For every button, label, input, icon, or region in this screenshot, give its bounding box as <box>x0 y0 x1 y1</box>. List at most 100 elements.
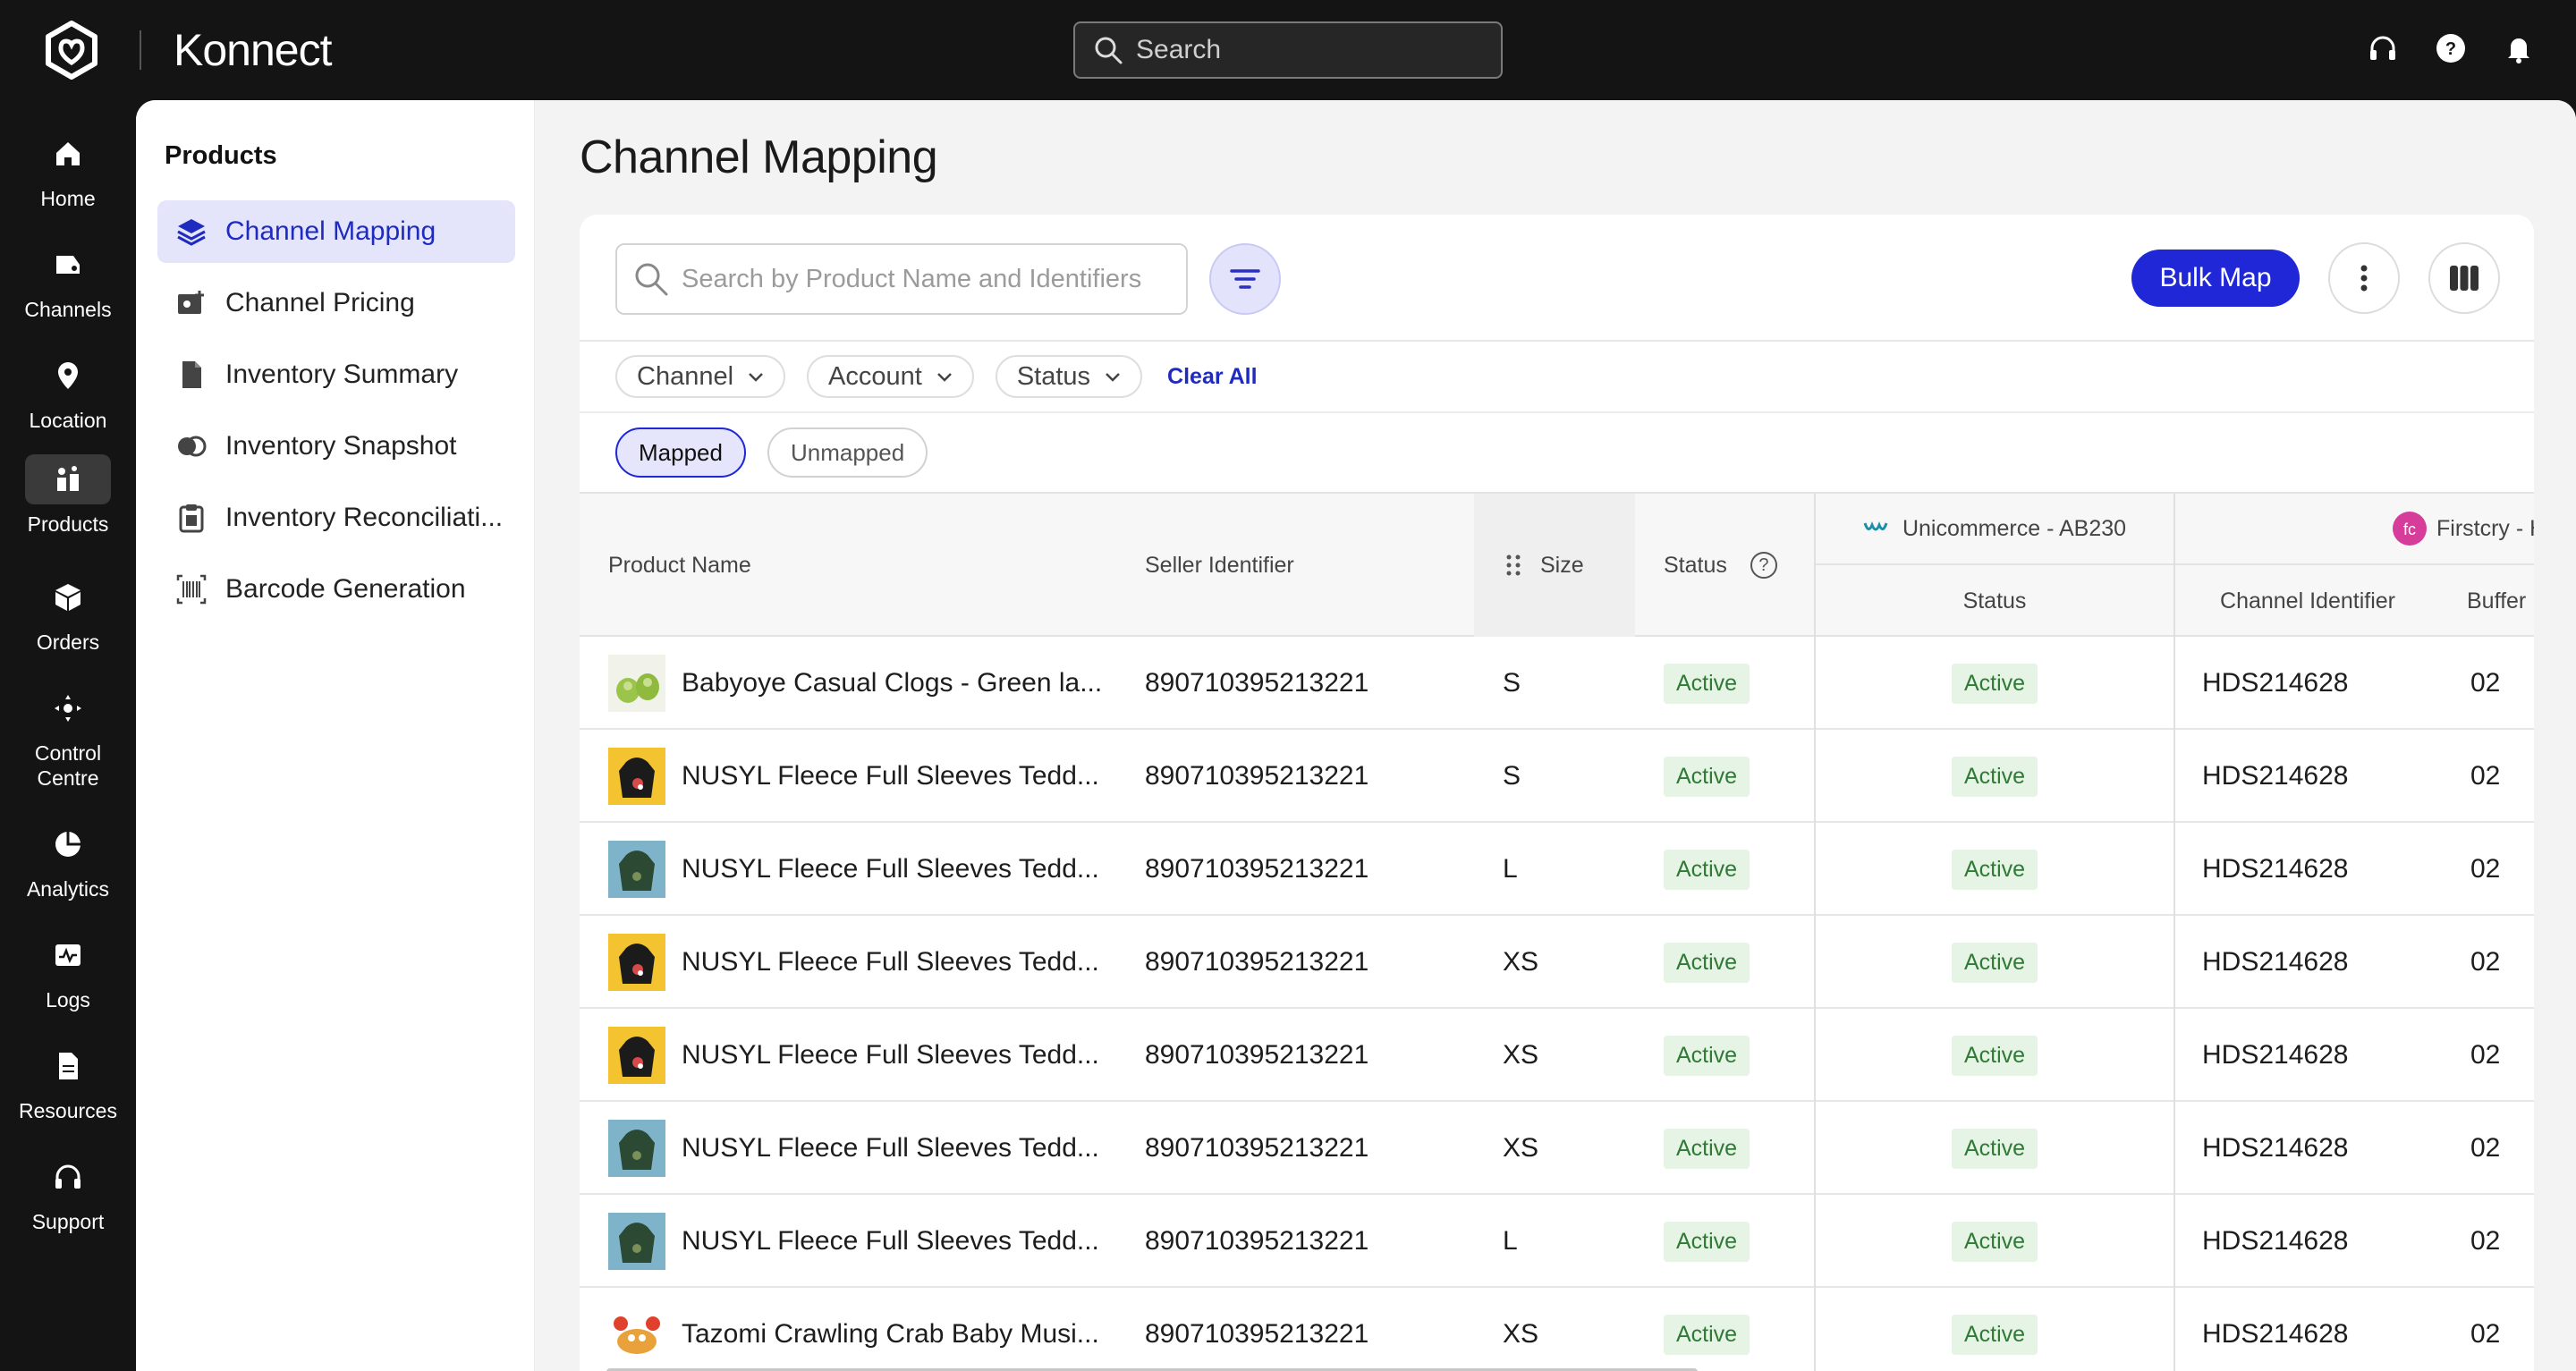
svg-text:fc: fc <box>2403 520 2416 538</box>
table-row[interactable]: NUSYL Fleece Full Sleeves Tedd... 8907103… <box>580 823 2534 916</box>
tab-unmapped[interactable]: Unmapped <box>767 427 928 478</box>
columns-button[interactable] <box>2428 242 2500 314</box>
product-thumbnail <box>608 841 665 898</box>
column-header-seller-identifier[interactable]: Seller Identifier <box>1116 494 1474 637</box>
product-name-cell: NUSYL Fleece Full Sleeves Tedd... <box>608 916 1109 1009</box>
search-icon <box>1095 37 1123 64</box>
clipboard-icon <box>179 504 204 533</box>
column-header-channel-identifier[interactable]: Channel Identifier <box>2175 565 2440 637</box>
channels-icon <box>25 240 111 290</box>
nav-location[interactable]: Location <box>0 351 136 433</box>
status-cell: Active <box>1664 730 1750 823</box>
more-options-button[interactable] <box>2328 242 2400 314</box>
channel-identifier-cell: HDS214628 <box>2202 947 2349 977</box>
svg-text:?: ? <box>2445 39 2456 59</box>
bulk-map-button[interactable]: Bulk Map <box>2131 250 2300 307</box>
nav-channels[interactable]: Channels <box>0 240 136 322</box>
document-icon <box>25 1041 111 1091</box>
notifications-button[interactable] <box>2501 30 2537 66</box>
headset-icon <box>2370 36 2395 60</box>
barcode-icon <box>176 574 207 605</box>
table-header: Product Name Seller Identifier Size Stat… <box>580 494 2534 637</box>
product-name[interactable]: Babyoye Casual Clogs - Green la... <box>682 668 1102 698</box>
channel-filter-dropdown[interactable]: Channel <box>615 355 786 398</box>
column-divider <box>2174 494 2175 1371</box>
table-row[interactable]: NUSYL Fleece Full Sleeves Tedd... 8907103… <box>580 1009 2534 1102</box>
nav-home[interactable]: Home <box>0 129 136 211</box>
column-header-status[interactable]: Status ? <box>1635 494 1814 637</box>
subnav-item-inventory-snapshot[interactable]: Inventory Snapshot <box>157 415 515 478</box>
column-header-buffer[interactable]: Buffer <box>2440 565 2534 637</box>
clear-all-link[interactable]: Clear All <box>1167 364 1258 390</box>
more-vertical-icon <box>2360 265 2368 292</box>
main-nav-rail: Home Channels Location Products Orders C… <box>0 100 136 1371</box>
product-name-cell: NUSYL Fleece Full Sleeves Tedd... <box>608 823 1109 916</box>
channel-identifier-cell: HDS214628 <box>2202 1226 2349 1256</box>
support-headset-button[interactable] <box>2365 30 2401 66</box>
column-header-product-name[interactable]: Product Name <box>580 494 1116 637</box>
subnav-item-barcode-generation[interactable]: Barcode Generation <box>157 558 515 621</box>
chevron-down-icon <box>1106 373 1120 382</box>
top-actions: ? <box>2365 30 2537 66</box>
subnav-item-inventory-reconciliation[interactable]: Inventory Reconciliati... <box>157 487 515 549</box>
subnav-item-inventory-summary[interactable]: Inventory Summary <box>157 343 515 406</box>
tab-mapped[interactable]: Mapped <box>615 427 746 478</box>
table-row[interactable]: NUSYL Fleece Full Sleeves Tedd... 8907103… <box>580 1195 2534 1288</box>
table-row[interactable]: NUSYL Fleece Full Sleeves Tedd... 8907103… <box>580 1102 2534 1195</box>
channel-identifier-cell: HDS214628 <box>2202 1319 2349 1349</box>
product-name[interactable]: NUSYL Fleece Full Sleeves Tedd... <box>682 947 1099 977</box>
table-row[interactable]: NUSYL Fleece Full Sleeves Tedd... 8907103… <box>580 730 2534 823</box>
nav-logs[interactable]: Logs <box>0 930 136 1012</box>
table-row[interactable]: Babyoye Casual Clogs - Green la... 890710… <box>580 637 2534 730</box>
status-cell: Active <box>1664 916 1750 1009</box>
help-button[interactable]: ? <box>2433 30 2469 66</box>
status-badge: Active <box>1664 942 1750 983</box>
status-filter-dropdown[interactable]: Status <box>995 355 1143 398</box>
nav-orders[interactable]: Orders <box>0 572 136 655</box>
nav-resources[interactable]: Resources <box>0 1041 136 1123</box>
product-thumbnail <box>608 1027 665 1084</box>
seller-identifier-cell: 890710395213221 <box>1145 761 1369 791</box>
unicommerce-status-cell: Active <box>1816 1009 2174 1102</box>
product-name[interactable]: Tazomi Crawling Crab Baby Musi... <box>682 1319 1099 1350</box>
nav-analytics[interactable]: Analytics <box>0 819 136 901</box>
product-name[interactable]: NUSYL Fleece Full Sleeves Tedd... <box>682 854 1099 884</box>
page-title: Channel Mapping <box>580 131 938 183</box>
product-name[interactable]: NUSYL Fleece Full Sleeves Tedd... <box>682 1226 1099 1257</box>
product-name[interactable]: NUSYL Fleece Full Sleeves Tedd... <box>682 1133 1099 1164</box>
subnav-item-channel-mapping[interactable]: Channel Mapping <box>157 200 515 263</box>
subnav-item-channel-pricing[interactable]: Channel Pricing <box>157 272 515 334</box>
nav-products[interactable]: Products <box>0 454 136 537</box>
status-cell: Active <box>1664 1009 1750 1102</box>
account-filter-dropdown[interactable]: Account <box>807 355 974 398</box>
buffer-cell: 02 <box>2470 947 2501 977</box>
drag-handle-icon[interactable] <box>1503 552 1524 579</box>
table-row[interactable]: Tazomi Crawling Crab Baby Musi... 8907103… <box>580 1288 2534 1371</box>
nav-control-centre[interactable]: Control Centre <box>0 683 136 791</box>
product-name[interactable]: NUSYL Fleece Full Sleeves Tedd... <box>682 1040 1099 1071</box>
global-search-input[interactable]: Search <box>1073 21 1503 79</box>
subnav-title: Products <box>165 141 277 170</box>
product-name[interactable]: NUSYL Fleece Full Sleeves Tedd... <box>682 761 1099 791</box>
column-header-unicommerce-status[interactable]: Status <box>1816 565 2174 637</box>
unicommerce-status-cell: Active <box>1816 916 2174 1009</box>
channel-identifier-cell: HDS214628 <box>2202 854 2349 884</box>
table-row[interactable]: NUSYL Fleece Full Sleeves Tedd... 8907103… <box>580 916 2534 1009</box>
product-search-field[interactable] <box>615 243 1188 315</box>
app-name: Konnect <box>174 25 332 75</box>
brand[interactable]: Konnect <box>39 18 332 82</box>
seller-identifier-cell: 890710395213221 <box>1145 1226 1369 1256</box>
content-area: Channel Mapping Bulk Map <box>535 100 2576 1371</box>
column-divider <box>1814 494 1816 1371</box>
bell-icon <box>2508 38 2529 63</box>
column-header-size[interactable]: Size <box>1474 494 1635 637</box>
unicommerce-status-cell: Active <box>1816 1288 2174 1371</box>
status-help-icon[interactable]: ? <box>1750 552 1777 579</box>
filter-button[interactable] <box>1209 243 1281 315</box>
product-name-cell: NUSYL Fleece Full Sleeves Tedd... <box>608 1102 1109 1195</box>
product-search-input[interactable] <box>682 264 1182 294</box>
channel-identifier-cell: HDS214628 <box>2202 1133 2349 1163</box>
status-badge: Active <box>1951 1128 2038 1169</box>
nav-support[interactable]: Support <box>0 1152 136 1234</box>
channel-identifier-cell: HDS214628 <box>2202 761 2349 791</box>
